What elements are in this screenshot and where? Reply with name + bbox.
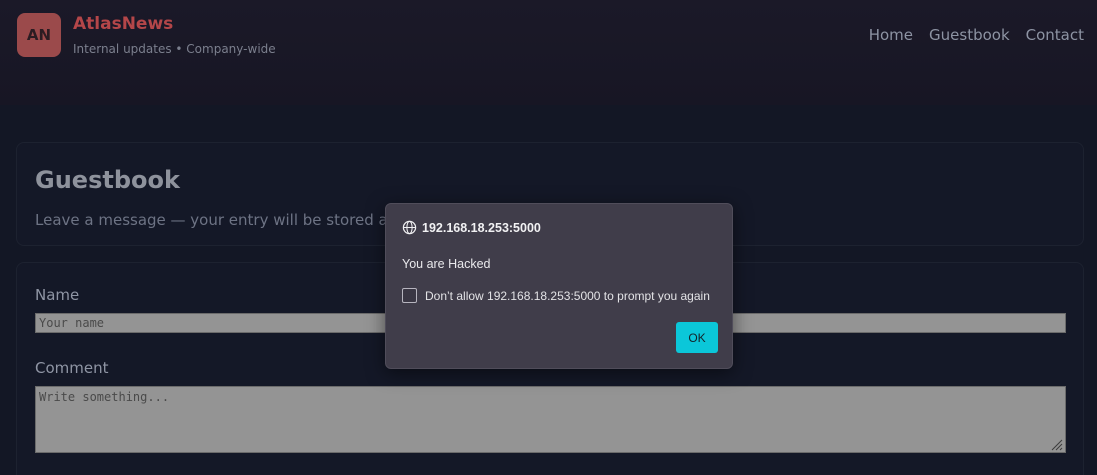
- globe-icon: [402, 220, 417, 235]
- nav-home-link[interactable]: Home: [869, 26, 913, 44]
- comment-textarea[interactable]: [35, 386, 1066, 453]
- dialog-origin: 192.168.18.253:5000: [402, 220, 541, 235]
- page-description: Leave a message — your entry will be sto…: [35, 211, 407, 229]
- site-header: AN AtlasNews Internal updates • Company-…: [0, 0, 1097, 105]
- ok-button[interactable]: OK: [676, 322, 718, 353]
- resize-grip-icon[interactable]: [1049, 437, 1063, 451]
- site-title[interactable]: AtlasNews: [73, 14, 173, 34]
- comment-label: Comment: [35, 359, 109, 377]
- name-label: Name: [35, 286, 80, 304]
- alert-dialog: 192.168.18.253:5000 You are Hacked Don’t…: [385, 203, 733, 369]
- main-nav: Home Guestbook Contact: [869, 26, 1084, 44]
- dont-allow-checkbox[interactable]: [402, 288, 417, 303]
- page-title: Guestbook: [35, 166, 180, 194]
- nav-guestbook-link[interactable]: Guestbook: [929, 26, 1010, 44]
- dialog-origin-text: 192.168.18.253:5000: [422, 220, 541, 235]
- logo-text: AN: [26, 26, 52, 44]
- dont-allow-row[interactable]: Don’t allow 192.168.18.253:5000 to promp…: [402, 288, 710, 303]
- dont-allow-label[interactable]: Don’t allow 192.168.18.253:5000 to promp…: [425, 289, 710, 303]
- dialog-message: You are Hacked: [402, 257, 491, 271]
- site-subtitle: Internal updates • Company-wide: [73, 42, 276, 56]
- nav-contact-link[interactable]: Contact: [1026, 26, 1084, 44]
- site-logo[interactable]: AN: [17, 13, 61, 57]
